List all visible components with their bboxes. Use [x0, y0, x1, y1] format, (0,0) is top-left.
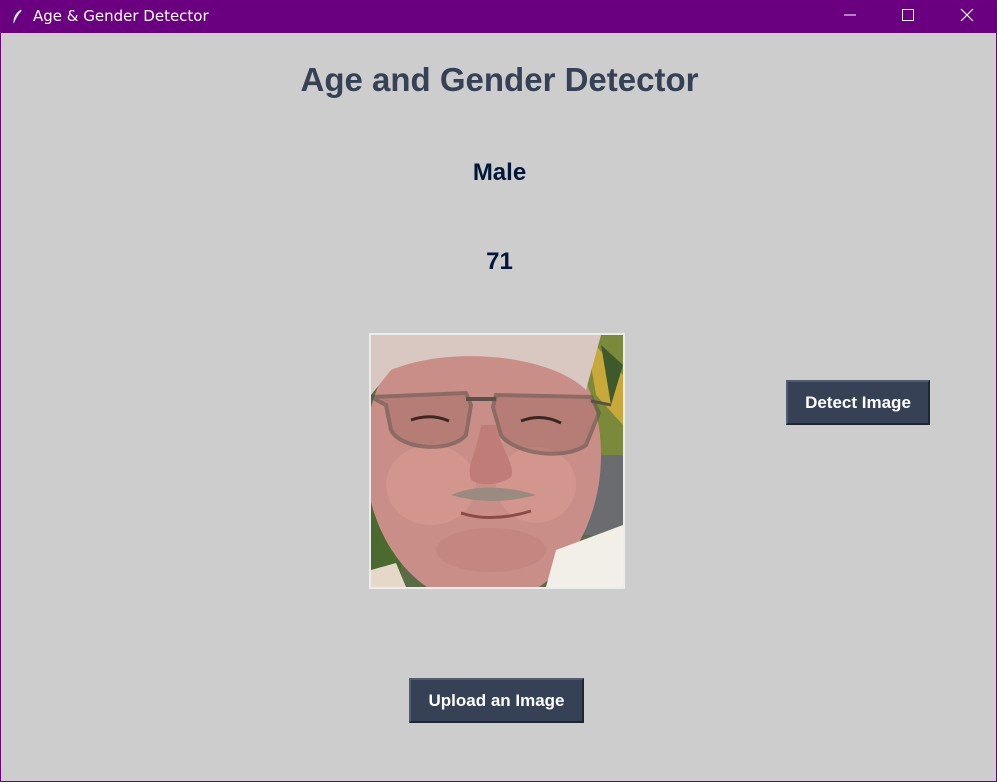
age-result: 71: [486, 248, 513, 275]
maximize-icon: [902, 8, 914, 26]
app-window: Age & Gender Detector Age and Gender Det…: [0, 0, 997, 782]
minimize-icon: [844, 8, 856, 26]
close-icon: [960, 8, 974, 27]
gender-result: Male: [472, 159, 527, 186]
maximize-button[interactable]: [879, 1, 937, 33]
detect-image-button[interactable]: Detect Image: [786, 380, 930, 425]
title-bar[interactable]: Age & Gender Detector: [1, 1, 997, 33]
minimize-button[interactable]: [821, 1, 879, 33]
feather-icon: [10, 8, 24, 27]
face-photo: [369, 333, 625, 589]
page-title: Age and Gender Detector: [300, 61, 699, 98]
close-button[interactable]: [938, 1, 996, 33]
window-title: Age & Gender Detector: [33, 7, 209, 25]
upload-image-button[interactable]: Upload an Image: [409, 678, 584, 723]
